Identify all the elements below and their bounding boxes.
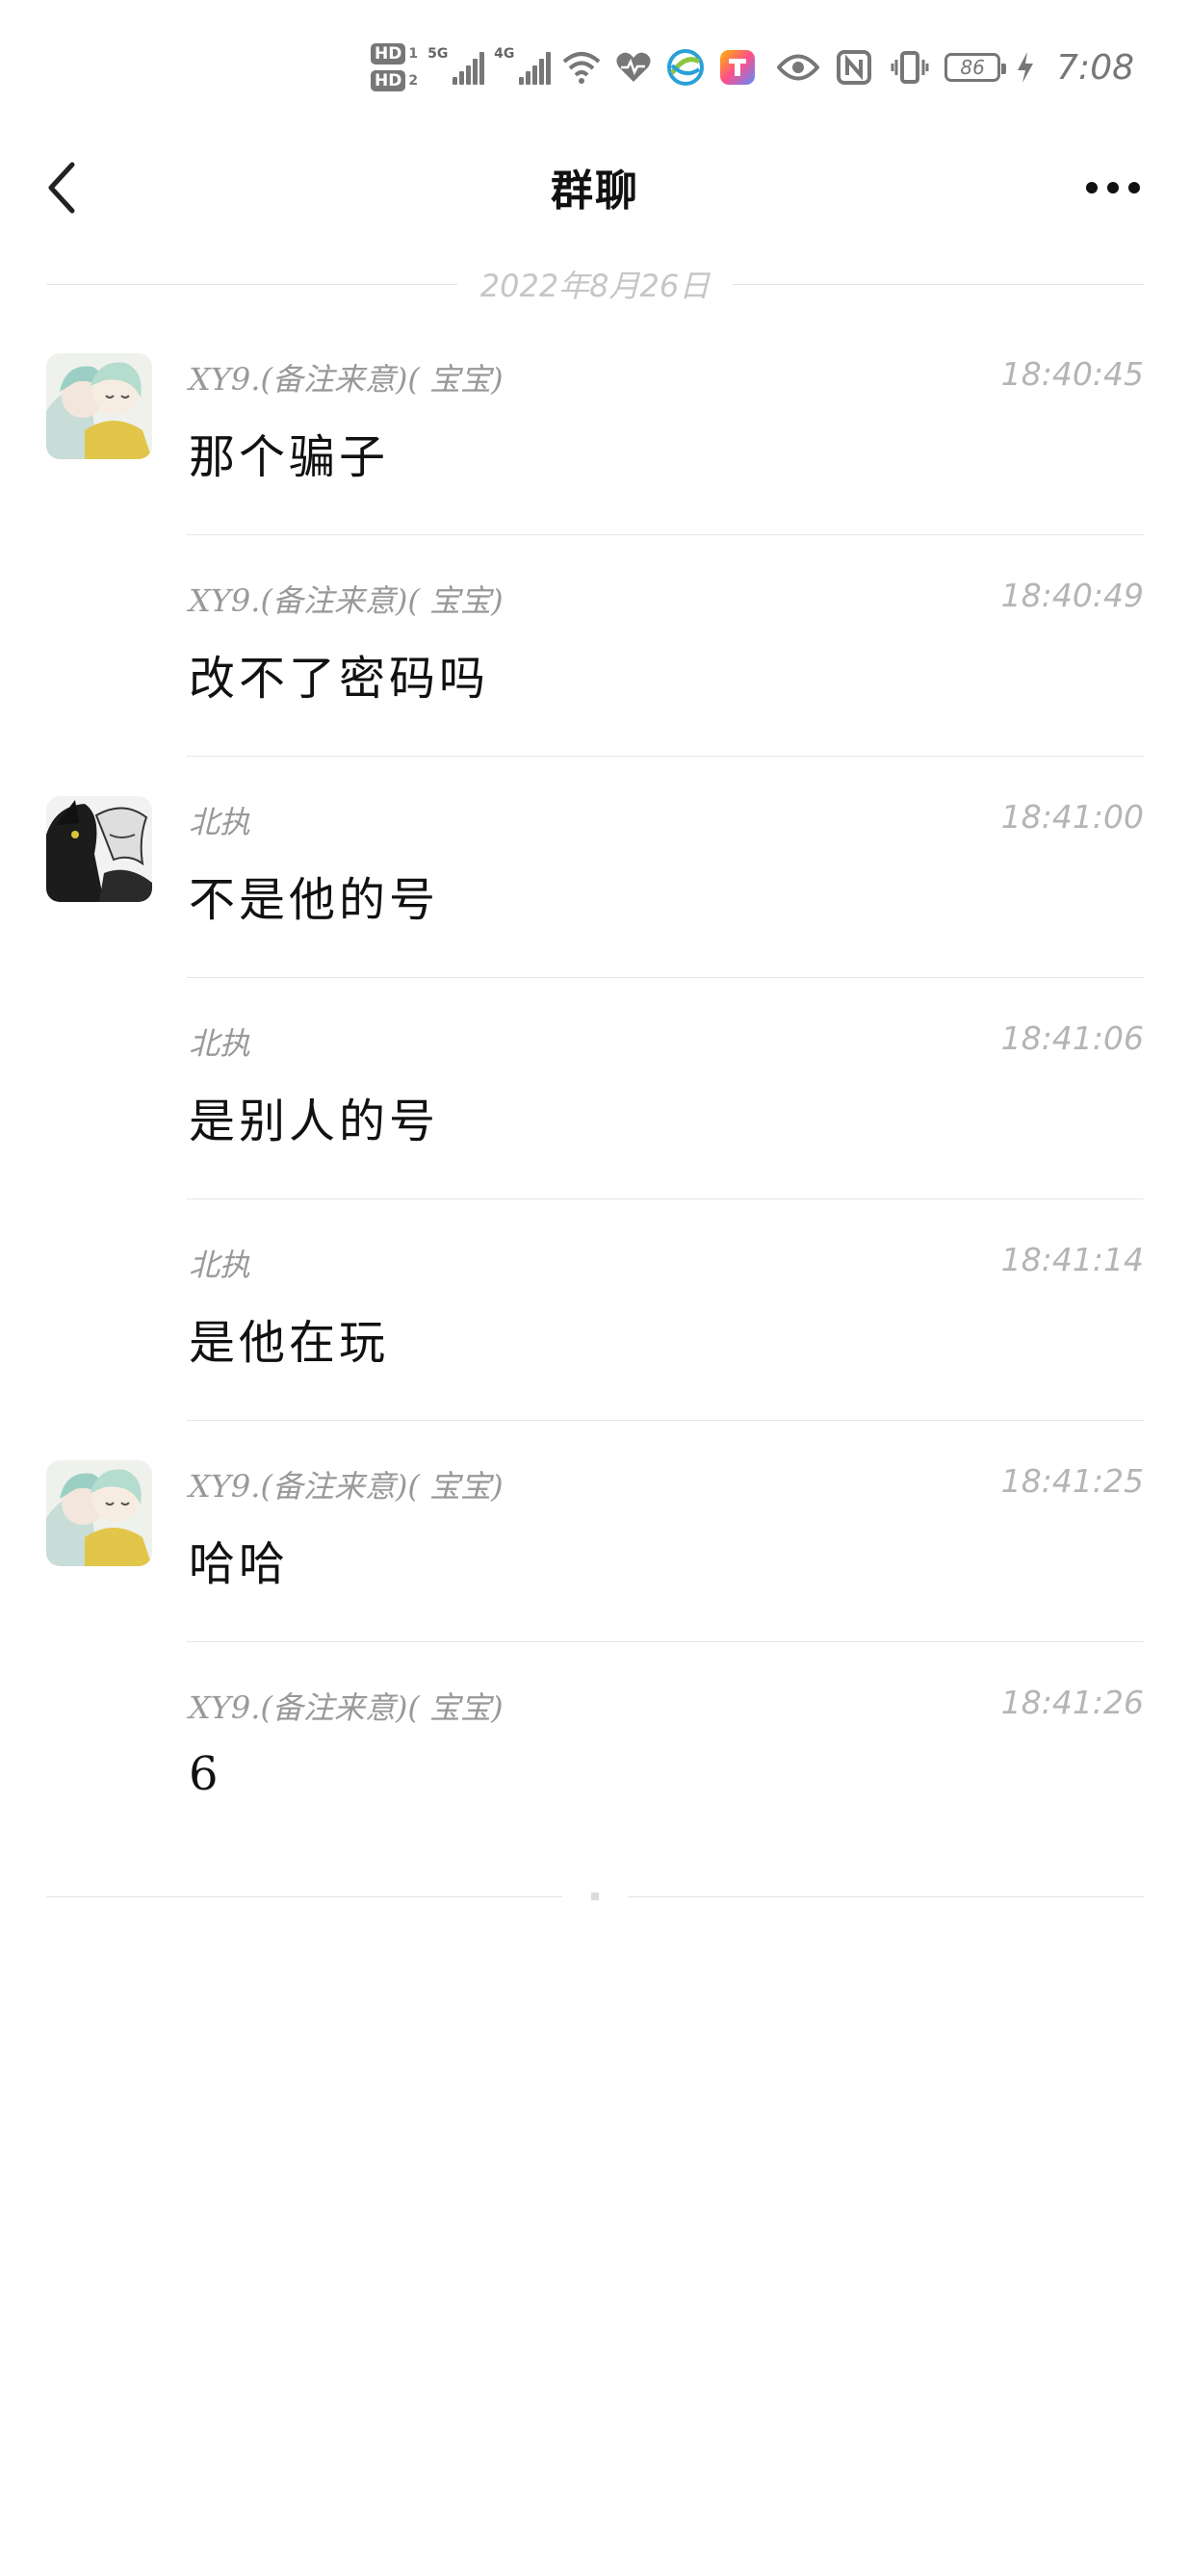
sim2-signal-icon: 4G xyxy=(494,46,552,85)
message-time: 18:41:00 xyxy=(1000,798,1144,836)
avatar[interactable] xyxy=(46,353,152,459)
message-body: XY9.(备注来意)( 宝宝) 18:40:49 改不了密码吗 xyxy=(187,534,1144,757)
sim1-network-type: 5G xyxy=(427,46,449,62)
message-time: 18:41:25 xyxy=(1000,1462,1144,1500)
page-title: 群聊 xyxy=(551,167,639,216)
sender-name[interactable]: XY9.(备注来意)( 宝宝) xyxy=(189,577,504,621)
message-text[interactable]: 哈哈 xyxy=(189,1526,289,1593)
message-text[interactable]: 改不了密码吗 xyxy=(189,640,489,708)
hd2-number: 2 xyxy=(408,73,419,89)
message-item[interactable]: XY9.(备注来意)( 宝宝) 18:40:49 改不了密码吗 xyxy=(0,534,1190,757)
china-mobile-icon xyxy=(664,46,707,89)
more-options-button[interactable] xyxy=(1074,154,1151,221)
sender-name[interactable]: 北执 xyxy=(189,1019,250,1064)
avatar[interactable] xyxy=(46,796,152,902)
sender-name[interactable]: 北执 xyxy=(189,798,250,842)
message-time: 18:40:49 xyxy=(1000,577,1144,614)
sender-name[interactable]: XY9.(备注来意)( 宝宝) xyxy=(189,1462,504,1507)
hd1-indicator: HD 1 xyxy=(371,43,418,64)
message-body: XY9.(备注来意)( 宝宝) 18:41:25 哈哈 xyxy=(187,1420,1144,1642)
app-notification-icon xyxy=(716,46,759,89)
status-left: HD 1 HD 2 5G 4G xyxy=(371,34,759,101)
message-item[interactable]: 北执 18:41:06 是别人的号 xyxy=(0,977,1190,1199)
message-item[interactable]: XY9.(备注来意)( 宝宝) 18:41:26 6 xyxy=(0,1641,1190,1863)
charging-bolt-icon xyxy=(1014,46,1037,89)
message-body: 北执 18:41:00 不是他的号 xyxy=(187,756,1144,978)
avatar[interactable] xyxy=(46,1460,152,1566)
wifi-icon xyxy=(560,46,603,89)
hd1-number: 1 xyxy=(408,46,419,62)
message-text[interactable]: 是别人的号 xyxy=(189,1083,439,1150)
nfc-icon xyxy=(833,46,875,89)
message-body: 北执 18:41:06 是别人的号 xyxy=(187,977,1144,1199)
vibrate-icon xyxy=(889,46,931,89)
end-of-messages-divider xyxy=(46,1887,1144,1906)
status-right: 86 7:08 xyxy=(777,34,1134,101)
status-time: 7:08 xyxy=(1056,47,1134,88)
sim1-signal-icon: 5G xyxy=(427,46,485,85)
eye-icon xyxy=(777,46,820,89)
message-time: 18:41:14 xyxy=(1000,1241,1144,1278)
message-item[interactable]: XY9.(备注来意)( 宝宝) 18:40:45 那个骗子 xyxy=(0,313,1190,535)
message-item[interactable]: XY9.(备注来意)( 宝宝) 18:41:25 哈哈 xyxy=(0,1420,1190,1642)
nav-bar: 群聊 xyxy=(0,135,1190,241)
battery-icon: 86 xyxy=(944,53,1007,82)
message-text[interactable]: 6 xyxy=(189,1747,222,1801)
more-dots-icon xyxy=(1086,182,1098,193)
message-item[interactable]: 北执 18:41:14 是他在玩 xyxy=(0,1198,1190,1421)
message-body: XY9.(备注来意)( 宝宝) 18:41:26 6 xyxy=(187,1641,1144,1863)
message-time: 18:40:45 xyxy=(1000,355,1144,393)
hd2-indicator: HD 2 xyxy=(371,70,418,91)
hd2-label: HD xyxy=(371,70,406,91)
message-body: 北执 18:41:14 是他在玩 xyxy=(187,1198,1144,1421)
message-item[interactable]: 北执 18:41:00 不是他的号 xyxy=(0,756,1190,978)
message-time: 18:41:06 xyxy=(1000,1019,1144,1057)
message-text[interactable]: 那个骗子 xyxy=(189,419,389,486)
hd-indicators: HD 1 HD 2 xyxy=(371,43,418,91)
message-text[interactable]: 是他在玩 xyxy=(189,1304,389,1372)
sender-name[interactable]: 北执 xyxy=(189,1241,250,1285)
sender-name[interactable]: XY9.(备注来意)( 宝宝) xyxy=(189,1684,504,1728)
status-bar: HD 1 HD 2 5G 4G 86 7:08 xyxy=(0,0,1190,135)
message-body: XY9.(备注来意)( 宝宝) 18:40:45 那个骗子 xyxy=(187,313,1144,535)
end-marker-dot xyxy=(591,1893,599,1900)
health-heart-icon xyxy=(612,46,655,89)
date-divider: 2022年8月26日 xyxy=(46,260,1144,308)
sender-name[interactable]: XY9.(备注来意)( 宝宝) xyxy=(189,355,504,399)
message-list[interactable]: XY9.(备注来意)( 宝宝) 18:40:45 那个骗子 XY9.(备注来意)… xyxy=(0,313,1190,1863)
message-text[interactable]: 不是他的号 xyxy=(189,862,439,929)
date-label: 2022年8月26日 xyxy=(479,268,711,304)
message-time: 18:41:26 xyxy=(1000,1684,1144,1721)
sim2-network-type: 4G xyxy=(494,46,515,62)
hd1-label: HD xyxy=(371,43,406,64)
